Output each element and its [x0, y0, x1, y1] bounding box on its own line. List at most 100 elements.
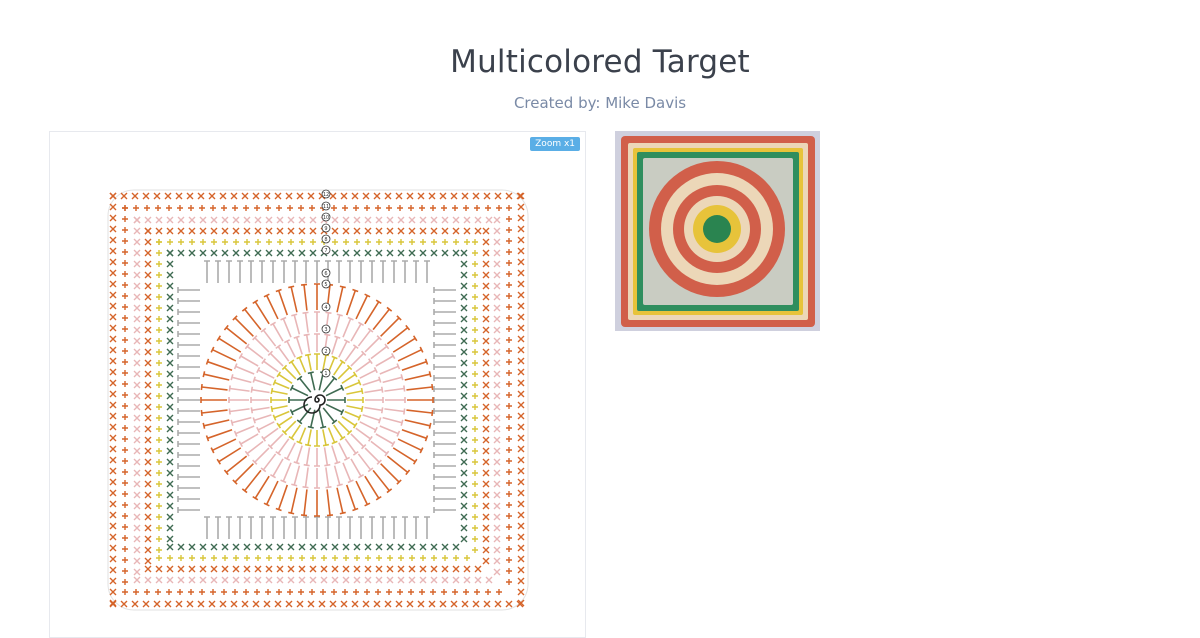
stitch-mark — [506, 304, 512, 310]
stitch-mark — [303, 516, 309, 539]
stitch-mark — [298, 576, 306, 584]
stitch-mark — [506, 557, 512, 563]
stitch-mark — [485, 576, 493, 584]
stitch-mark — [364, 475, 382, 501]
stitch-mark — [353, 576, 361, 584]
stitch-mark — [493, 436, 501, 444]
stitch-mark — [122, 337, 128, 343]
stitch-mark — [472, 503, 478, 509]
stitch-mark — [166, 458, 174, 466]
stitch-mark — [359, 421, 378, 433]
stitch-mark — [122, 348, 128, 354]
stitch-mark — [156, 305, 162, 311]
stitch-mark — [419, 589, 425, 595]
stitch-mark — [144, 576, 152, 584]
stitch-mark — [314, 430, 320, 447]
stitch-mark — [460, 436, 468, 444]
stitch-mark — [177, 298, 200, 304]
stitch-mark — [155, 216, 163, 224]
stitch-mark — [353, 205, 359, 211]
stitch-mark — [472, 338, 478, 344]
stitch-mark — [331, 216, 339, 224]
stitch-mark — [336, 487, 346, 515]
stitch-mark — [109, 412, 117, 420]
stitch-mark — [506, 502, 512, 508]
stitch-mark — [493, 282, 501, 290]
stitch-mark — [309, 205, 315, 211]
stitch-mark — [482, 326, 490, 334]
stitch-mark — [386, 205, 392, 211]
stitch-mark — [156, 382, 162, 388]
project-photo[interactable] — [615, 131, 820, 331]
stitch-mark — [188, 205, 194, 211]
stitch-mark — [177, 485, 200, 491]
stitch-mark — [287, 216, 295, 224]
stitch-mark — [354, 239, 360, 245]
stitch-mark — [325, 467, 332, 489]
stitch-mark — [472, 360, 478, 366]
stitch-mark — [482, 249, 490, 257]
stitch-mark — [401, 428, 429, 442]
stitch-mark — [496, 205, 502, 211]
stitch-mark — [506, 227, 512, 233]
stitch-mark — [188, 543, 196, 551]
stitch-mark — [430, 576, 438, 584]
stitch-mark — [109, 302, 117, 310]
stitch-mark — [384, 600, 392, 608]
stitch-mark — [342, 543, 350, 551]
stitch-mark — [431, 555, 437, 561]
stitch-mark — [460, 469, 468, 477]
stitch-mark — [419, 543, 427, 551]
stitch-mark — [344, 438, 359, 456]
stitch-mark — [219, 192, 227, 200]
stitch-mark — [433, 430, 456, 436]
zoom-button[interactable]: Zoom x1 — [530, 137, 580, 151]
stitch-mark — [288, 555, 294, 561]
stitch-mark — [482, 304, 490, 312]
stitch-mark — [506, 337, 512, 343]
stitch-mark — [144, 491, 152, 499]
stitch-mark — [133, 546, 141, 554]
stitch-mark — [284, 339, 296, 358]
stitch-mark — [464, 555, 470, 561]
stitch-mark — [109, 291, 117, 299]
stitch-mark — [433, 507, 456, 513]
stitch-mark — [200, 409, 228, 417]
stitch-mark — [133, 491, 141, 499]
stitch-mark — [428, 192, 436, 200]
stitch-mark — [474, 205, 480, 211]
stitch-mark — [166, 425, 174, 433]
stitch-mark — [452, 205, 458, 211]
stitch-mark — [472, 327, 478, 333]
stitch-mark — [441, 227, 449, 235]
stitch-mark — [472, 459, 478, 465]
stitch-mark — [505, 600, 513, 608]
stitch-mark — [441, 543, 449, 551]
stitch-mark — [298, 227, 306, 235]
stitch-mark — [493, 524, 501, 532]
stitch-mark — [482, 359, 490, 367]
stitch-mark — [387, 555, 393, 561]
stitch-mark — [156, 470, 162, 476]
stitch-mark — [419, 216, 427, 224]
stitch-mark — [166, 326, 174, 334]
stitch-mark — [461, 192, 469, 200]
crochet-diagram-panel[interactable]: 12 11 10 9 8 7 6 5 4 3 2 1 Zoom x1 — [49, 131, 586, 638]
stitch-mark — [397, 565, 405, 573]
stitch-mark — [186, 600, 194, 608]
stitch-mark — [177, 397, 200, 403]
stitch-mark — [109, 423, 117, 431]
stitch-mark — [109, 357, 117, 365]
stitch-mark — [472, 481, 478, 487]
stitch-mark — [460, 282, 468, 290]
stitch-mark — [482, 271, 490, 279]
stitch-mark — [517, 544, 525, 552]
stitch-mark — [493, 238, 501, 246]
stitch-mark — [177, 452, 200, 458]
stitch-mark — [259, 516, 265, 539]
stitch-mark — [318, 409, 327, 429]
stitch-mark — [450, 192, 458, 200]
stitch-mark — [177, 507, 200, 513]
stitch-mark — [408, 543, 416, 551]
stitch-mark — [120, 600, 128, 608]
